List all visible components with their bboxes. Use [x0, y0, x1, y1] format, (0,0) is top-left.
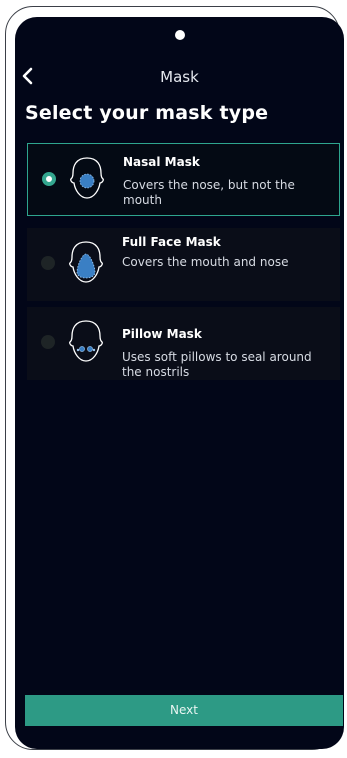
face-pillow-mask-icon — [69, 320, 103, 362]
radio-unselected[interactable] — [41, 256, 55, 270]
next-button[interactable]: Next — [25, 695, 343, 726]
option-title: Nasal Mask — [123, 155, 200, 169]
option-title: Pillow Mask — [122, 327, 202, 341]
option-title: Full Face Mask — [122, 235, 221, 249]
option-full-face-mask[interactable]: Full Face Mask Covers the mouth and nose — [27, 228, 340, 301]
app-screen: Mask Select your mask type Nasal Mask Co… — [15, 17, 344, 749]
radio-unselected[interactable] — [41, 335, 55, 349]
radio-selected[interactable] — [42, 172, 56, 186]
page-title: Select your mask type — [25, 102, 269, 124]
phone-frame: Mask Select your mask type Nasal Mask Co… — [5, 6, 344, 750]
option-description: Uses soft pillows to seal around the nos… — [122, 350, 312, 379]
option-nasal-mask[interactable]: Nasal Mask Covers the nose, but not the … — [27, 143, 340, 216]
face-nasal-mask-icon — [70, 157, 104, 199]
camera-dot — [175, 30, 185, 40]
option-description: Covers the nose, but not the mouth — [123, 178, 295, 207]
face-full-face-mask-icon — [69, 241, 103, 283]
option-pillow-mask[interactable]: Pillow Mask Uses soft pillows to seal ar… — [27, 307, 340, 380]
header-title: Mask — [160, 68, 199, 86]
option-description: Covers the mouth and nose — [122, 255, 289, 269]
